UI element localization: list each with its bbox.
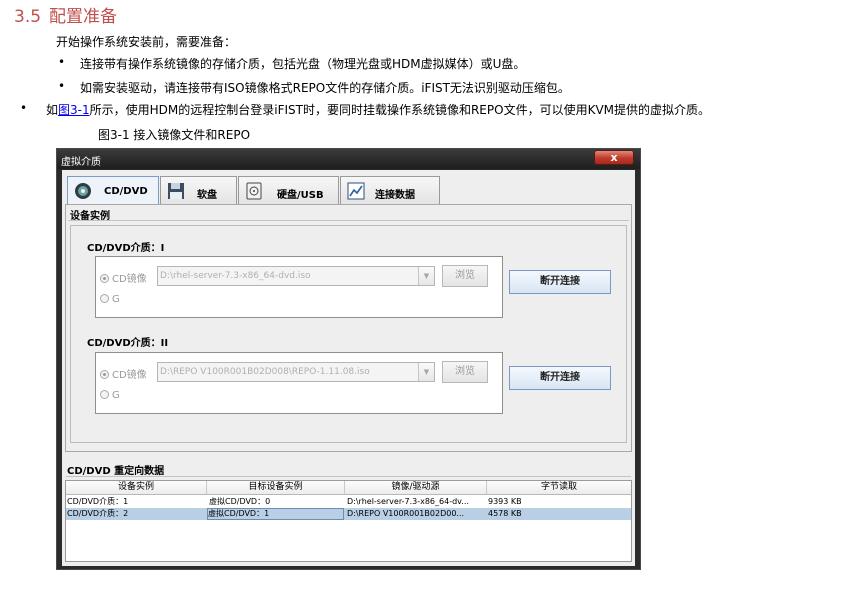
table-cell: D:\rhel-server-7.3-x86_64-dv... bbox=[347, 497, 469, 506]
table-cell: 虚拟CD/DVD：0 bbox=[209, 497, 271, 506]
tab-label: 连接数据 bbox=[375, 190, 415, 201]
bullet-dot: • bbox=[20, 101, 28, 115]
table-header: 设备实例 目标设备实例 镜像/驱动源 字节读取 bbox=[66, 481, 631, 495]
divider bbox=[66, 476, 631, 477]
tab-label: 软盘 bbox=[197, 190, 217, 201]
radio-indicator bbox=[100, 370, 109, 379]
table-cell: CD/DVD介质：2 bbox=[67, 509, 129, 518]
table-cell: 虚拟CD/DVD：1 bbox=[207, 508, 344, 520]
device-group: CD/DVD介质：I CD镜像 D:\rhel-server-7.3-x86_6… bbox=[70, 225, 627, 443]
tab-label: 硬盘/USB bbox=[277, 190, 324, 201]
table-cell: 4578 KB bbox=[488, 509, 522, 518]
table-cell: D:\REPO V100R001B02D00... bbox=[347, 509, 465, 518]
radio-cd-image-2[interactable]: CD镜像 bbox=[100, 366, 147, 381]
cd-icon bbox=[75, 183, 91, 199]
cd-media-2-label: CD/DVD介质：II bbox=[87, 338, 169, 349]
cd-media-1-box: CD镜像 D:\rhel-server-7.3-x86_64-dvd.iso ▼… bbox=[95, 256, 503, 318]
tab-label: CD/DVD bbox=[104, 186, 148, 197]
browse-button-2[interactable]: 浏览 bbox=[442, 361, 488, 383]
bullet-text: 连接带有操作系统镜像的存储介质，包括光盘（物理光盘或HDM虚拟媒体）或U盘。 bbox=[80, 57, 526, 71]
radio-indicator bbox=[100, 294, 109, 303]
disconnect-button-2[interactable]: 断开连接 bbox=[509, 366, 611, 390]
disconnect-button-1[interactable]: 断开连接 bbox=[509, 270, 611, 294]
column-header[interactable]: 设备实例 bbox=[66, 481, 207, 495]
figure-caption: 图3-1 接入镜像文件和REPO bbox=[98, 128, 251, 142]
table-cell: CD/DVD介质：1 bbox=[67, 497, 129, 506]
bullet-dot: • bbox=[58, 79, 66, 93]
table-cell: 9393 KB bbox=[488, 497, 522, 506]
dialog-title: 虚拟介质 bbox=[61, 157, 101, 168]
path-value: D:\rhel-server-7.3-x86_64-dvd.iso bbox=[160, 271, 311, 281]
column-header[interactable]: 字节读取 bbox=[487, 481, 631, 495]
close-button[interactable]: x bbox=[594, 150, 634, 165]
dialog-body: CD/DVD 软盘 硬盘/USB 连接数据 设备实例 CD/DVD介质：I CD… bbox=[62, 170, 635, 566]
tab-cd-dvd[interactable]: CD/DVD bbox=[67, 176, 159, 207]
redirect-table: 设备实例 目标设备实例 镜像/驱动源 字节读取 CD/DVD介质：1 虚拟CD/… bbox=[65, 480, 632, 562]
table-row[interactable]: CD/DVD介质：1 虚拟CD/DVD：0 D:\rhel-server-7.3… bbox=[66, 496, 631, 508]
dialog-titlebar[interactable]: 虚拟介质 x bbox=[57, 149, 640, 169]
cd-media-2-box: CD镜像 D:\REPO V100R001B02D008\REPO-1.11.0… bbox=[95, 352, 503, 414]
tab-panel-cd-dvd: 设备实例 CD/DVD介质：I CD镜像 D:\rhel-server-7.3-… bbox=[65, 204, 632, 452]
bullet-text: 所示，使用HDM的远程控制台登录iFIST时，要同时挂载操作系统镜像和REPO文… bbox=[89, 103, 711, 117]
redirect-section-title: CD/DVD 重定向数据 bbox=[67, 466, 165, 477]
radio-label: CD镜像 bbox=[112, 370, 147, 381]
path-value: D:\REPO V100R001B02D008\REPO-1.11.08.iso bbox=[160, 367, 370, 377]
bullet-item: • 连接带有操作系统镜像的存储介质，包括光盘（物理光盘或HDM虚拟媒体）或U盘。 bbox=[58, 55, 526, 72]
radio-indicator bbox=[100, 390, 109, 399]
bullet-prefix: 如 bbox=[46, 103, 59, 117]
radio-label: CD镜像 bbox=[112, 274, 147, 285]
tab-hdd-usb[interactable]: 硬盘/USB bbox=[238, 176, 339, 205]
tab-floppy[interactable]: 软盘 bbox=[160, 176, 237, 205]
cd-image-path-1[interactable]: D:\rhel-server-7.3-x86_64-dvd.iso ▼ bbox=[157, 266, 435, 286]
floppy-icon bbox=[168, 183, 184, 199]
chevron-down-icon[interactable]: ▼ bbox=[418, 267, 434, 285]
bullet-item: • 如需安装驱动，请连接带有ISO镜像格式REPO文件的存储介质。iFIST无法… bbox=[58, 79, 570, 96]
table-row[interactable]: CD/DVD介质：2 虚拟CD/DVD：1 D:\REPO V100R001B0… bbox=[66, 508, 631, 520]
figure-link[interactable]: 图3-1 bbox=[58, 103, 90, 117]
chart-icon bbox=[347, 182, 365, 200]
radio-cd-image-1[interactable]: CD镜像 bbox=[100, 270, 147, 285]
bullet-dot: • bbox=[58, 55, 66, 69]
tab-connection-data[interactable]: 连接数据 bbox=[340, 176, 440, 205]
radio-g-2[interactable]: G bbox=[100, 390, 120, 401]
radio-label: G bbox=[112, 294, 120, 305]
cd-image-path-2[interactable]: D:\REPO V100R001B02D008\REPO-1.11.08.iso… bbox=[157, 362, 435, 382]
section-heading: 3.5 配置准备 bbox=[14, 2, 117, 27]
virtual-media-dialog: 虚拟介质 x CD/DVD 软盘 硬盘/USB 连接数据 设备实例 CD/DVD… bbox=[56, 148, 641, 570]
radio-label: G bbox=[112, 390, 120, 401]
radio-indicator bbox=[100, 274, 109, 283]
hdd-icon bbox=[246, 182, 262, 200]
cd-media-1-label: CD/DVD介质：I bbox=[87, 243, 165, 254]
bullet-text: 如需安装驱动，请连接带有ISO镜像格式REPO文件的存储介质。iFIST无法识别… bbox=[80, 81, 570, 95]
chevron-down-icon[interactable]: ▼ bbox=[418, 363, 434, 381]
radio-g-1[interactable]: G bbox=[100, 294, 120, 305]
section-number: 3.5 bbox=[14, 7, 42, 27]
divider bbox=[68, 220, 629, 221]
bullet-item: • 如图3-1所示，使用HDM的远程控制台登录iFIST时，要同时挂载操作系统镜… bbox=[20, 101, 711, 118]
column-header[interactable]: 镜像/驱动源 bbox=[345, 481, 487, 495]
browse-button-1[interactable]: 浏览 bbox=[442, 265, 488, 287]
section-title: 配置准备 bbox=[49, 7, 118, 27]
column-header[interactable]: 目标设备实例 bbox=[207, 481, 345, 495]
intro-text: 开始操作系统安装前，需要准备： bbox=[56, 35, 237, 49]
